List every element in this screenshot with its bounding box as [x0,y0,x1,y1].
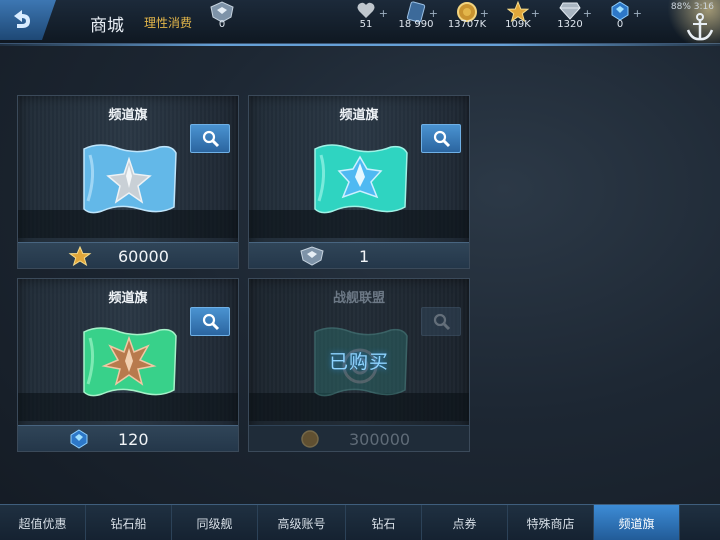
preview-button [421,307,461,336]
resource-crystals[interactable]: + 0 [590,0,650,40]
price-bar: 60000 [18,242,238,268]
item-name: 频道旗 [108,108,148,123]
tab-special-store[interactable]: 特殊商店 [508,505,594,540]
back-arrow-icon [14,10,30,28]
top-bar: 商城 理性消费 0 + 51 + 18 990 + 13707K + 109K … [0,0,720,46]
back-button[interactable] [0,0,56,40]
flag-image [83,327,177,397]
flag-image [83,144,177,214]
diamond-icon [559,2,581,20]
search-icon [202,313,220,331]
gold-star-icon [68,246,92,266]
heart-icon [357,2,375,18]
price-bar: 300000 [249,425,469,451]
shop-item-card[interactable]: 频道旗 60000 [17,95,239,269]
tab-diamonds[interactable]: 钻石 [346,505,422,540]
status-bar: 88% 3:16 [671,2,714,12]
flag-image [314,144,408,214]
tab-vouchers[interactable]: 点券 [422,505,508,540]
resource-value: 0 [218,19,226,30]
page-title: 商城 [90,16,124,36]
preview-button[interactable] [190,307,230,336]
crystal-icon [70,429,88,449]
clock: 3:16 [693,2,714,12]
shop-category-tabs: 超值优惠 钻石船 同级舰 高级账号 钻石 点券 特殊商店 频道旗 [0,504,720,540]
coin-icon [301,430,319,448]
search-icon [433,313,451,331]
tab-premium-account[interactable]: 高级账号 [258,505,346,540]
price-bar: 120 [18,425,238,451]
anchor-icon[interactable] [684,12,716,42]
shop-item-card[interactable]: 频道旗 120 [17,278,239,452]
price-bar: 1 [249,242,469,268]
crystal-icon [611,1,629,21]
tab-special-offers[interactable]: 超值优惠 [0,505,86,540]
item-name: 频道旗 [339,108,379,123]
resource-value: 109K [505,19,531,30]
shop-item-card[interactable]: 频道旗 1 [248,95,470,269]
item-name: 频道旗 [108,291,148,306]
battery-level: 88% [670,2,691,12]
item-price: 60000 [118,247,169,266]
search-icon [433,130,451,148]
preview-button[interactable] [190,124,230,153]
shield-badge-icon [300,246,324,266]
tab-same-tier-ships[interactable]: 同级舰 [172,505,258,540]
item-price: 300000 [349,430,411,449]
resource-star-points[interactable]: + 109K [488,0,548,40]
item-name: 战舰联盟 [332,291,385,306]
item-price: 120 [118,430,149,449]
item-price: 1 [359,247,370,266]
resource-rank-badge[interactable]: 0 [192,0,252,40]
spending-notice: 理性消费 [144,16,193,30]
search-icon [202,130,220,148]
tab-channel-flags[interactable]: 频道旗 [594,505,680,540]
purchased-label: 已购买 [328,351,389,373]
preview-button[interactable] [421,124,461,153]
shop-item-card-purchased: 战舰联盟 已购买 300000 [248,278,470,452]
resource-value: 0 [616,19,624,30]
tab-diamond-ships[interactable]: 钻石船 [86,505,172,540]
